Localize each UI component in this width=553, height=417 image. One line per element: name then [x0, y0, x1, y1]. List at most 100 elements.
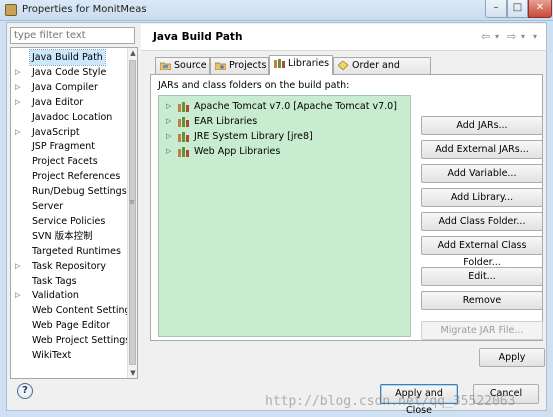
help-icon[interactable]: ? [17, 383, 33, 399]
add-variable-button[interactable]: Add Variable... [421, 164, 543, 183]
library-label: EAR Libraries [194, 116, 258, 127]
app-icon [5, 4, 17, 16]
scrollbar-thumb[interactable] [129, 60, 136, 365]
minimize-button[interactable]: – [485, 0, 507, 18]
scroll-down-icon[interactable]: ▼ [128, 368, 137, 378]
nav-item[interactable]: Targeted Runtimes [11, 244, 127, 259]
forward-icon[interactable]: ⇨ [507, 30, 516, 43]
apply-and-close-button[interactable]: Apply and Close [380, 384, 458, 416]
library-icon [178, 117, 189, 127]
nav-item-label: Java Compiler [32, 81, 98, 93]
view-menu-icon[interactable]: ▾ [533, 32, 537, 41]
nav-item-label: SVN 版本控制 [32, 230, 93, 242]
nav-item[interactable]: ▷ Java Editor [11, 95, 127, 110]
nav-item[interactable]: Task Tags [11, 274, 127, 289]
library-icon [178, 102, 189, 112]
nav-item-label: Server [32, 201, 64, 212]
expand-arrow-icon[interactable]: ▷ [15, 95, 20, 110]
expand-arrow-icon[interactable]: ▷ [15, 125, 20, 140]
expand-arrow-icon[interactable]: ▷ [15, 259, 20, 274]
nav-item[interactable]: JSP Fragment [11, 139, 127, 154]
nav-item-label: Task Tags [32, 275, 77, 287]
remove-button[interactable]: Remove [421, 291, 543, 310]
expand-arrow-icon[interactable]: ▷ [15, 288, 20, 303]
nav-item[interactable]: Javadoc Location [11, 110, 127, 125]
expand-arrow-icon[interactable]: ▷ [166, 99, 171, 114]
tab-projects[interactable]: Projects [210, 57, 269, 74]
nav-item-label: Java Build Path [29, 49, 106, 66]
library-item-webapp[interactable]: ▷ Web App Libraries [159, 144, 409, 159]
tab-label: Projects [229, 60, 267, 71]
nav-item[interactable]: WikiText [11, 348, 127, 363]
library-label: Web App Libraries [194, 146, 281, 157]
add-library-button[interactable]: Add Library... [421, 188, 543, 207]
nav-item[interactable]: Service Policies [11, 214, 127, 229]
library-icon [274, 59, 285, 68]
library-item-jre[interactable]: ▷ JRE System Library [jre8] [159, 129, 409, 144]
libraries-panel: JARs and class folders on the build path… [150, 74, 543, 341]
library-item-tomcat[interactable]: ▷ Apache Tomcat v7.0 [Apache Tomcat v7.0… [159, 99, 409, 114]
nav-item[interactable]: Java Build Path [11, 49, 127, 66]
nav-item[interactable]: ▷ Task Repository [11, 259, 127, 274]
migrate-jar-button[interactable]: Migrate JAR File... [421, 321, 543, 340]
nav-item-label: Web Content Settings [32, 305, 136, 317]
nav-item-label: JSP Fragment [32, 141, 95, 153]
scroll-up-icon[interactable]: ▲ [128, 48, 137, 58]
nav-item[interactable]: Run/Debug Settings [11, 184, 127, 199]
maximize-button[interactable]: □ [507, 0, 528, 18]
library-tree[interactable]: ▷ Apache Tomcat v7.0 [Apache Tomcat v7.0… [158, 95, 411, 337]
tab-libraries[interactable]: Libraries [269, 55, 333, 75]
order-export-icon [338, 61, 349, 70]
page-title: Java Build Path [153, 31, 243, 43]
dialog-client: Java Build Path ▷ Java Code Style ▷ Java Com… [6, 22, 547, 416]
expand-arrow-icon[interactable]: ▷ [166, 144, 171, 159]
expand-arrow-icon[interactable]: ▷ [166, 114, 171, 129]
nav-item-label: Project References [32, 171, 121, 183]
nav-item[interactable]: ▷ Java Compiler [11, 80, 127, 95]
nav-item-label: Validation [32, 290, 79, 302]
nav-item[interactable]: Web Project Settings [11, 333, 131, 348]
back-icon[interactable]: ⇦ [481, 30, 490, 43]
apply-button[interactable]: Apply [479, 348, 545, 367]
back-menu-icon[interactable]: ▾ [495, 32, 499, 41]
library-label: JRE System Library [jre8] [194, 131, 313, 142]
nav-item-label: Java Editor [32, 96, 84, 108]
nav-item-label: Targeted Runtimes [32, 245, 121, 257]
nav-item[interactable]: ▷ Java Code Style [11, 65, 127, 80]
nav-item-label: Service Policies [32, 215, 106, 227]
nav-item-label: Task Repository [32, 260, 107, 272]
nav-item[interactable]: SVN 版本控制 [11, 229, 127, 244]
add-class-folder-button[interactable]: Add Class Folder... [421, 212, 543, 231]
library-item-ear[interactable]: ▷ EAR Libraries [159, 114, 409, 129]
nav-item[interactable]: ▷ Validation [11, 288, 127, 303]
nav-item-label: Web Project Settings [32, 335, 131, 347]
tab-label: Libraries [288, 58, 330, 69]
tab-source[interactable]: Source [155, 57, 210, 74]
add-jars-button[interactable]: Add JARs... [421, 116, 543, 135]
edit-button[interactable]: Edit... [421, 267, 543, 286]
tab-order-and-export[interactable]: Order and Export [333, 57, 431, 86]
filter-input[interactable] [10, 27, 135, 44]
expand-arrow-icon[interactable]: ▷ [166, 129, 171, 144]
library-label: Apache Tomcat v7.0 [Apache Tomcat v7.0] [194, 101, 397, 112]
nav-item-label: Java Code Style [32, 66, 107, 78]
add-external-jars-button[interactable]: Add External JARs... [421, 140, 543, 159]
nav-item[interactable]: Server [11, 199, 127, 214]
forward-menu-icon[interactable]: ▾ [521, 32, 525, 41]
expand-arrow-icon[interactable]: ▷ [15, 65, 20, 80]
nav-item[interactable]: Project Facets [11, 154, 127, 169]
nav-item-label: Web Page Editor [32, 320, 110, 332]
grip-icon: ≡ [129, 198, 135, 206]
library-icon [178, 147, 189, 157]
nav-item-label: Run/Debug Settings [32, 186, 127, 198]
expand-arrow-icon[interactable]: ▷ [15, 80, 20, 95]
nav-item[interactable]: Web Content Settings [11, 303, 136, 318]
nav-item-label: JavaScript [32, 126, 80, 138]
cancel-button[interactable]: Cancel [473, 384, 539, 404]
close-button[interactable]: ✕ [528, 0, 552, 18]
add-external-class-folder-button[interactable]: Add External Class Folder... [421, 236, 543, 268]
tree-scrollbar[interactable]: ▲ ≡ ▼ [127, 48, 137, 378]
nav-item[interactable]: ▷ JavaScript [11, 125, 127, 140]
nav-item[interactable]: Web Page Editor [11, 318, 127, 333]
nav-item[interactable]: Project References [11, 169, 127, 184]
